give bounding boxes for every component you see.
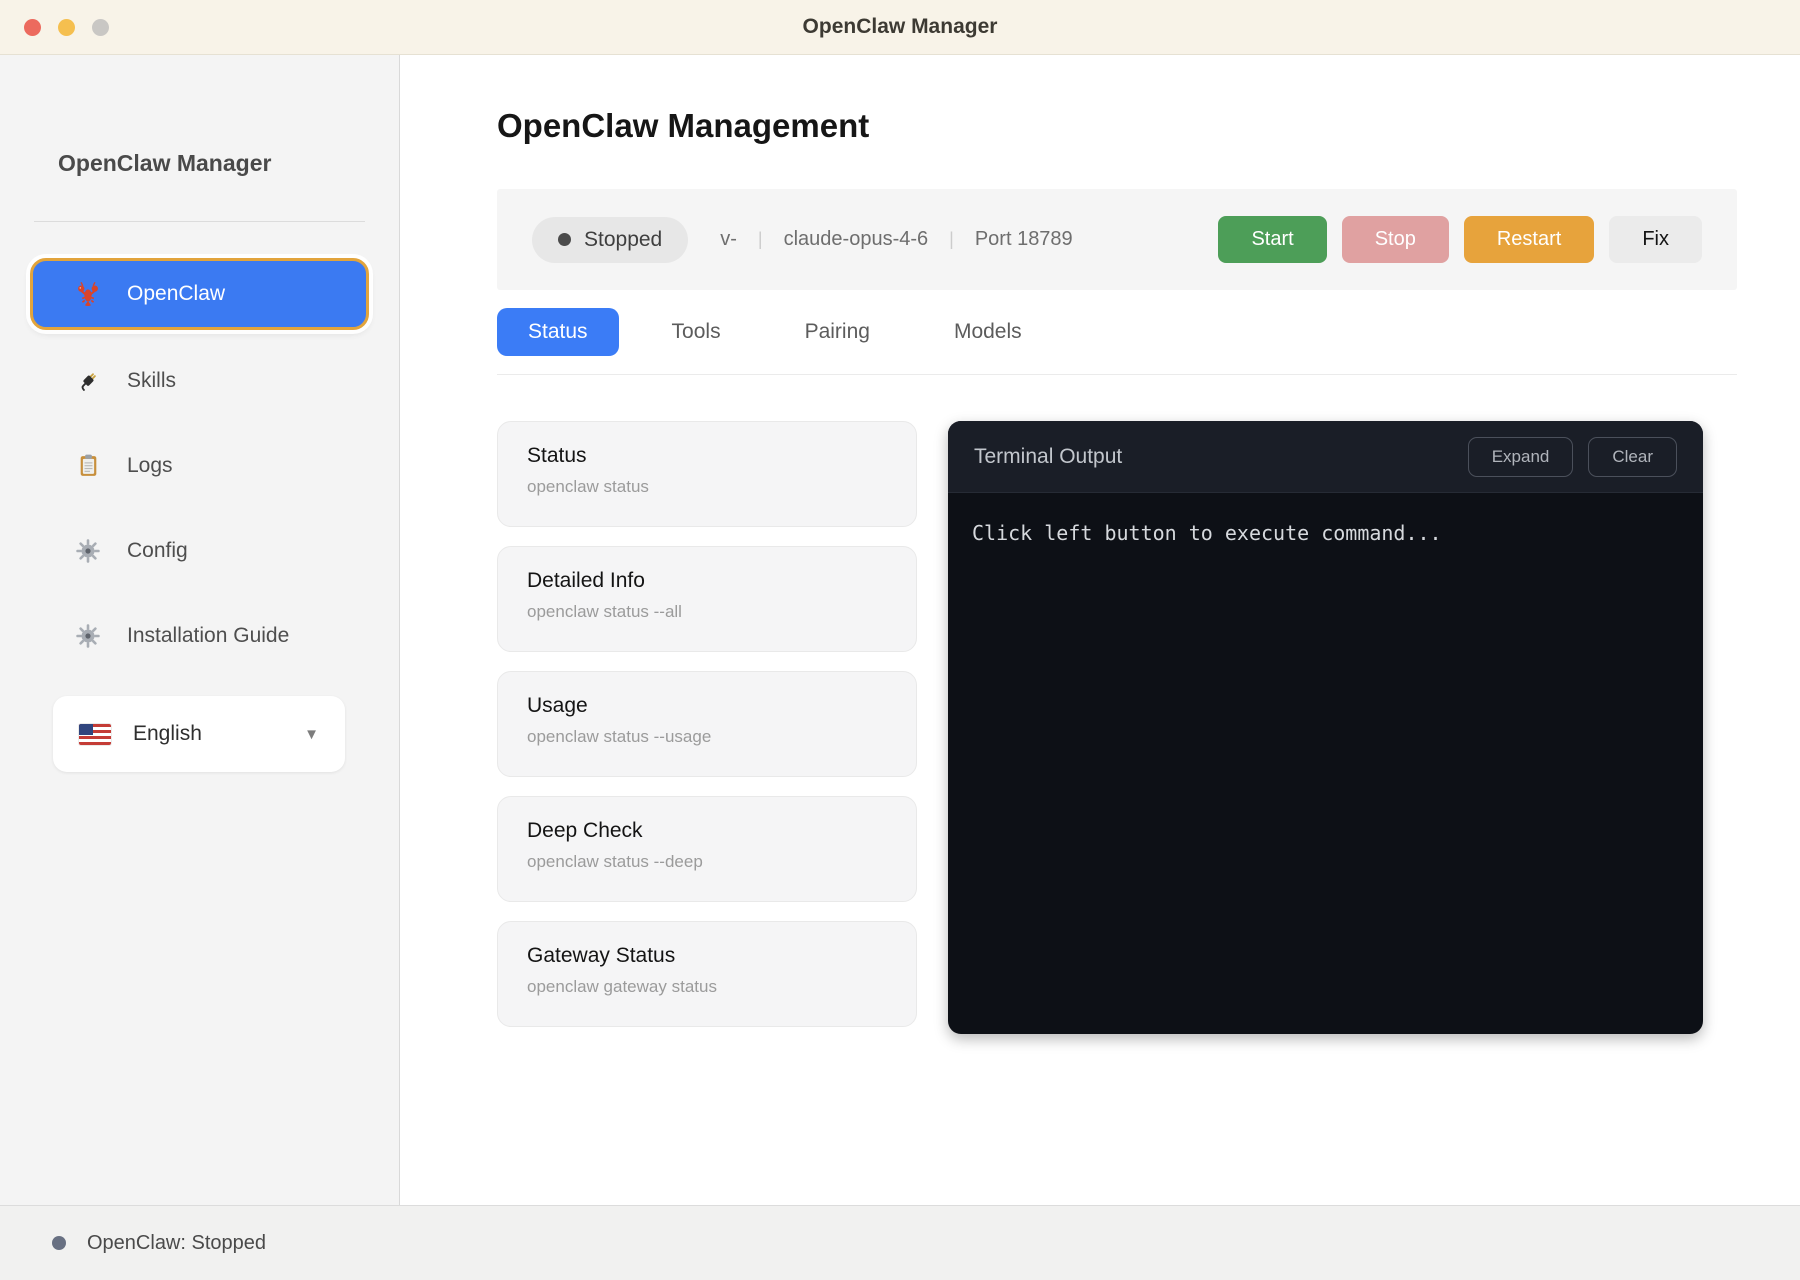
sidebar: OpenClaw Manager OpenClaw	[0, 55, 400, 1205]
status-label: Stopped	[584, 228, 662, 252]
card-command: openclaw status --deep	[527, 852, 888, 872]
command-card-list: Status openclaw status Detailed Info ope…	[497, 421, 917, 1027]
sidebar-item-openclaw[interactable]: OpenClaw	[30, 258, 369, 330]
sidebar-divider	[34, 221, 365, 222]
us-flag-icon	[79, 724, 111, 745]
model-text: claude-opus-4-6	[784, 228, 929, 251]
status-footer: OpenClaw: Stopped	[0, 1205, 1800, 1280]
fix-button[interactable]: Fix	[1609, 216, 1702, 263]
card-title: Status	[527, 444, 888, 468]
language-selector[interactable]: English ▼	[53, 696, 345, 772]
sidebar-item-config[interactable]: Config	[30, 508, 369, 593]
card-title: Detailed Info	[527, 569, 888, 593]
card-command: openclaw status --usage	[527, 727, 888, 747]
service-meta: v- | claude-opus-4-6 | Port 18789	[720, 228, 1072, 251]
sidebar-item-installation-guide[interactable]: Installation Guide	[30, 593, 369, 678]
plug-icon	[73, 368, 103, 394]
clipboard-icon	[73, 453, 103, 478]
meta-separator: |	[758, 229, 763, 250]
version-text: v-	[720, 228, 737, 251]
language-label: English	[133, 722, 202, 746]
lobster-icon	[73, 280, 103, 308]
tab-pairing[interactable]: Pairing	[774, 308, 901, 356]
port-text: Port 18789	[975, 228, 1073, 251]
service-controls: Start Stop Restart Fix	[1218, 216, 1702, 263]
footer-status-dot-icon	[52, 1236, 66, 1250]
gear-icon	[73, 538, 103, 564]
terminal-panel: Terminal Output Expand Clear Click left …	[948, 421, 1703, 1034]
command-card-status[interactable]: Status openclaw status	[497, 421, 917, 527]
sidebar-item-skills[interactable]: Skills	[30, 338, 369, 423]
sidebar-item-label: Logs	[127, 454, 173, 478]
main-content: OpenClaw Management Stopped v- | claude-…	[400, 55, 1800, 1205]
card-command: openclaw status	[527, 477, 888, 497]
terminal-title: Terminal Output	[974, 445, 1122, 469]
card-command: openclaw status --all	[527, 602, 888, 622]
tab-bar: Status Tools Pairing Models	[497, 308, 1737, 375]
command-card-detailed-info[interactable]: Detailed Info openclaw status --all	[497, 546, 917, 652]
tab-models[interactable]: Models	[923, 308, 1053, 356]
card-title: Gateway Status	[527, 944, 888, 968]
tab-tools[interactable]: Tools	[641, 308, 752, 356]
terminal-buttons: Expand Clear	[1468, 437, 1677, 477]
sidebar-item-label: Config	[127, 539, 188, 563]
command-card-gateway-status[interactable]: Gateway Status openclaw gateway status	[497, 921, 917, 1027]
expand-button[interactable]: Expand	[1468, 437, 1574, 477]
stop-button[interactable]: Stop	[1342, 216, 1449, 263]
sidebar-item-label: Skills	[127, 369, 176, 393]
sidebar-title: OpenClaw Manager	[30, 150, 369, 177]
window-titlebar: OpenClaw Manager	[0, 0, 1800, 55]
service-status-panel: Stopped v- | claude-opus-4-6 | Port 1878…	[497, 189, 1737, 290]
meta-separator: |	[949, 229, 954, 250]
start-button[interactable]: Start	[1218, 216, 1326, 263]
restart-button[interactable]: Restart	[1464, 216, 1594, 263]
sidebar-item-logs[interactable]: Logs	[30, 423, 369, 508]
card-title: Deep Check	[527, 819, 888, 843]
sidebar-item-label: OpenClaw	[127, 282, 225, 306]
chevron-down-icon: ▼	[304, 726, 319, 743]
command-card-deep-check[interactable]: Deep Check openclaw status --deep	[497, 796, 917, 902]
footer-status-text: OpenClaw: Stopped	[87, 1232, 266, 1255]
sidebar-item-label: Installation Guide	[127, 624, 289, 648]
window-title: OpenClaw Manager	[0, 15, 1800, 39]
tab-status[interactable]: Status	[497, 308, 619, 356]
terminal-header: Terminal Output Expand Clear	[948, 421, 1703, 493]
card-command: openclaw gateway status	[527, 977, 888, 997]
gear-icon	[73, 623, 103, 649]
card-title: Usage	[527, 694, 888, 718]
status-dot-icon	[558, 233, 571, 246]
page-title: OpenClaw Management	[497, 103, 1737, 149]
terminal-output[interactable]: Click left button to execute command...	[948, 493, 1703, 1034]
command-card-usage[interactable]: Usage openclaw status --usage	[497, 671, 917, 777]
clear-button[interactable]: Clear	[1588, 437, 1677, 477]
status-badge: Stopped	[532, 217, 688, 263]
